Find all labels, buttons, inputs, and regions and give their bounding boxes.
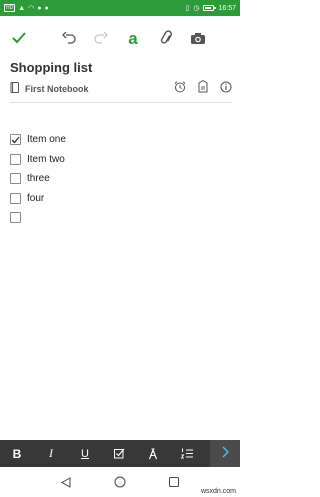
checklist-item: Item one [10, 130, 230, 150]
format-glyph: a [128, 28, 138, 48]
underline-label: U [81, 447, 89, 460]
wifi-icon: ◠ [28, 4, 35, 12]
checklist: Item one Item two three four [10, 130, 230, 228]
info-icon[interactable] [220, 80, 232, 98]
watermark: wsxdn.com [200, 488, 236, 495]
checkbox[interactable] [10, 192, 21, 204]
checkbox[interactable] [10, 153, 21, 165]
alarm-icon: ◷ [193, 4, 200, 12]
checklist-item-text[interactable]: four [27, 193, 44, 204]
text-format-icon[interactable]: a [121, 26, 145, 50]
highlight-button[interactable] [136, 440, 170, 467]
recents-nav-icon[interactable] [166, 474, 182, 490]
italic-label: I [49, 446, 53, 460]
check-icon[interactable] [7, 26, 31, 50]
chevron-right-icon [222, 445, 229, 463]
checklist-item: four [10, 189, 230, 209]
notification-icon: ● [37, 4, 42, 12]
camera-icon[interactable] [186, 26, 210, 50]
status-bar: HD ▲ ◠ ● ● ▯ ◷ 16:57 [0, 0, 240, 16]
tag-icon[interactable] [198, 80, 208, 98]
checklist-item-empty [10, 208, 230, 228]
vibrate-icon: ▯ [185, 4, 190, 12]
paperclip-icon[interactable] [154, 26, 178, 50]
status-time: 16:57 [218, 4, 236, 12]
back-nav-icon[interactable] [58, 474, 74, 490]
reminder-alarm-icon[interactable] [174, 80, 186, 98]
checkbox-checked[interactable] [10, 134, 21, 146]
notification-icon-2: ● [44, 4, 49, 12]
highlighter-icon [148, 447, 158, 460]
note-title[interactable]: Shopping list [10, 60, 92, 75]
header-divider [10, 102, 232, 103]
hd-badge: HD [4, 4, 16, 12]
bold-button[interactable]: B [0, 440, 34, 467]
checkbox[interactable] [10, 173, 21, 185]
redo-icon[interactable] [89, 26, 113, 50]
signal-icon: ▲ [18, 4, 26, 12]
numbered-list-icon [181, 448, 193, 459]
notebook-selector[interactable]: First Notebook [25, 84, 89, 94]
numbered-list-button[interactable] [170, 440, 204, 467]
checklist-item-text[interactable]: Item one [27, 134, 66, 145]
checklist-item-text[interactable]: Item two [27, 154, 65, 165]
checklist-item-text[interactable]: three [27, 173, 50, 184]
notebook-row: First Notebook [10, 78, 232, 100]
checkbox-format-icon [113, 448, 125, 459]
bold-label: B [12, 446, 22, 461]
format-toolbar: B I U [0, 440, 240, 467]
system-nav-bar: wsxdn.com [0, 467, 240, 497]
italic-button[interactable]: I [34, 440, 68, 467]
notebook-icon [10, 80, 19, 98]
checkbox[interactable] [10, 212, 21, 224]
checkbox-format-button[interactable] [102, 440, 136, 467]
underline-button[interactable]: U [68, 440, 102, 467]
battery-icon [203, 5, 217, 11]
note-toolbar: a [0, 22, 240, 54]
checklist-item: Item two [10, 150, 230, 170]
more-formatting-button[interactable] [210, 440, 240, 467]
checklist-item: three [10, 169, 230, 189]
undo-icon[interactable] [57, 26, 81, 50]
home-nav-icon[interactable] [112, 474, 128, 490]
